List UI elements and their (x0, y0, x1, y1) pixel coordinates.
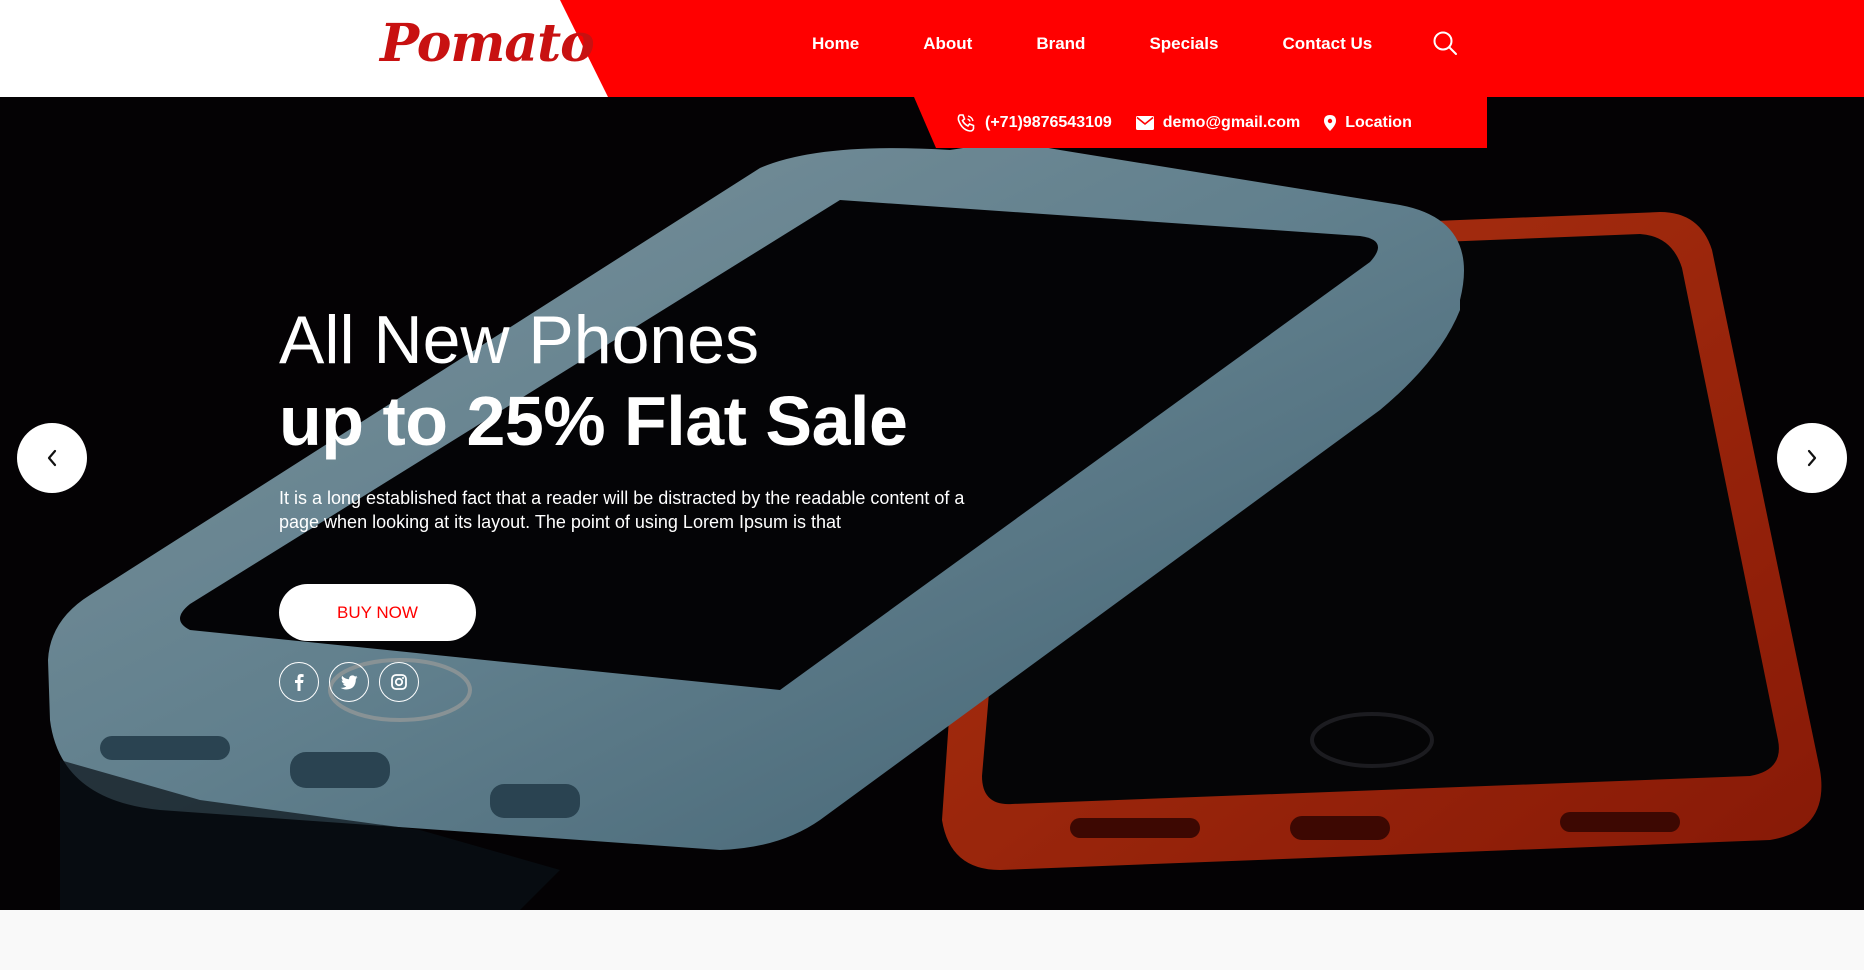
instagram-icon[interactable] (379, 662, 419, 702)
nav-item-about[interactable]: About (923, 24, 972, 64)
search-icon[interactable] (1432, 30, 1458, 56)
next-section (0, 910, 1864, 970)
carousel-next-button[interactable] (1777, 423, 1847, 493)
carousel-prev-button[interactable] (17, 423, 87, 493)
main-nav: Home About Brand Specials Contact Us (812, 24, 1372, 64)
envelope-icon (1135, 115, 1154, 130)
hero-content: All New Phones up to 25% Flat Sale It is… (279, 300, 1019, 534)
hero-description: It is a long established fact that a rea… (279, 488, 965, 532)
twitter-icon[interactable] (329, 662, 369, 702)
site-header: Pomato Home About Brand Specials Contact… (0, 0, 1864, 97)
contact-strip: (+71)9876543109 demo@gmail.com Location (914, 97, 1487, 148)
buy-now-button[interactable]: BUY NOW (279, 584, 476, 641)
contact-email[interactable]: demo@gmail.com (1135, 113, 1301, 132)
site-logo[interactable]: Pomato (380, 14, 595, 74)
contact-phone-text: (+71)9876543109 (985, 113, 1112, 131)
contact-location-text: Location (1345, 113, 1412, 131)
contact-email-text: demo@gmail.com (1162, 113, 1301, 131)
map-pin-icon (1324, 114, 1337, 131)
contact-phone[interactable]: (+71)9876543109 (956, 113, 1112, 133)
chevron-right-icon (1807, 449, 1817, 467)
hero-subtitle: up to 25% Flat Sale (279, 382, 908, 460)
chevron-left-icon (47, 449, 57, 467)
nav-item-specials[interactable]: Specials (1149, 24, 1218, 64)
facebook-icon[interactable] (279, 662, 319, 702)
nav-item-brand[interactable]: Brand (1036, 24, 1085, 64)
social-links (279, 662, 429, 702)
nav-item-home[interactable]: Home (812, 24, 859, 64)
nav-item-contact-us[interactable]: Contact Us (1282, 24, 1372, 64)
contact-location[interactable]: Location (1324, 114, 1412, 132)
phone-icon (957, 113, 975, 132)
hero-title: All New Phones (279, 302, 760, 378)
